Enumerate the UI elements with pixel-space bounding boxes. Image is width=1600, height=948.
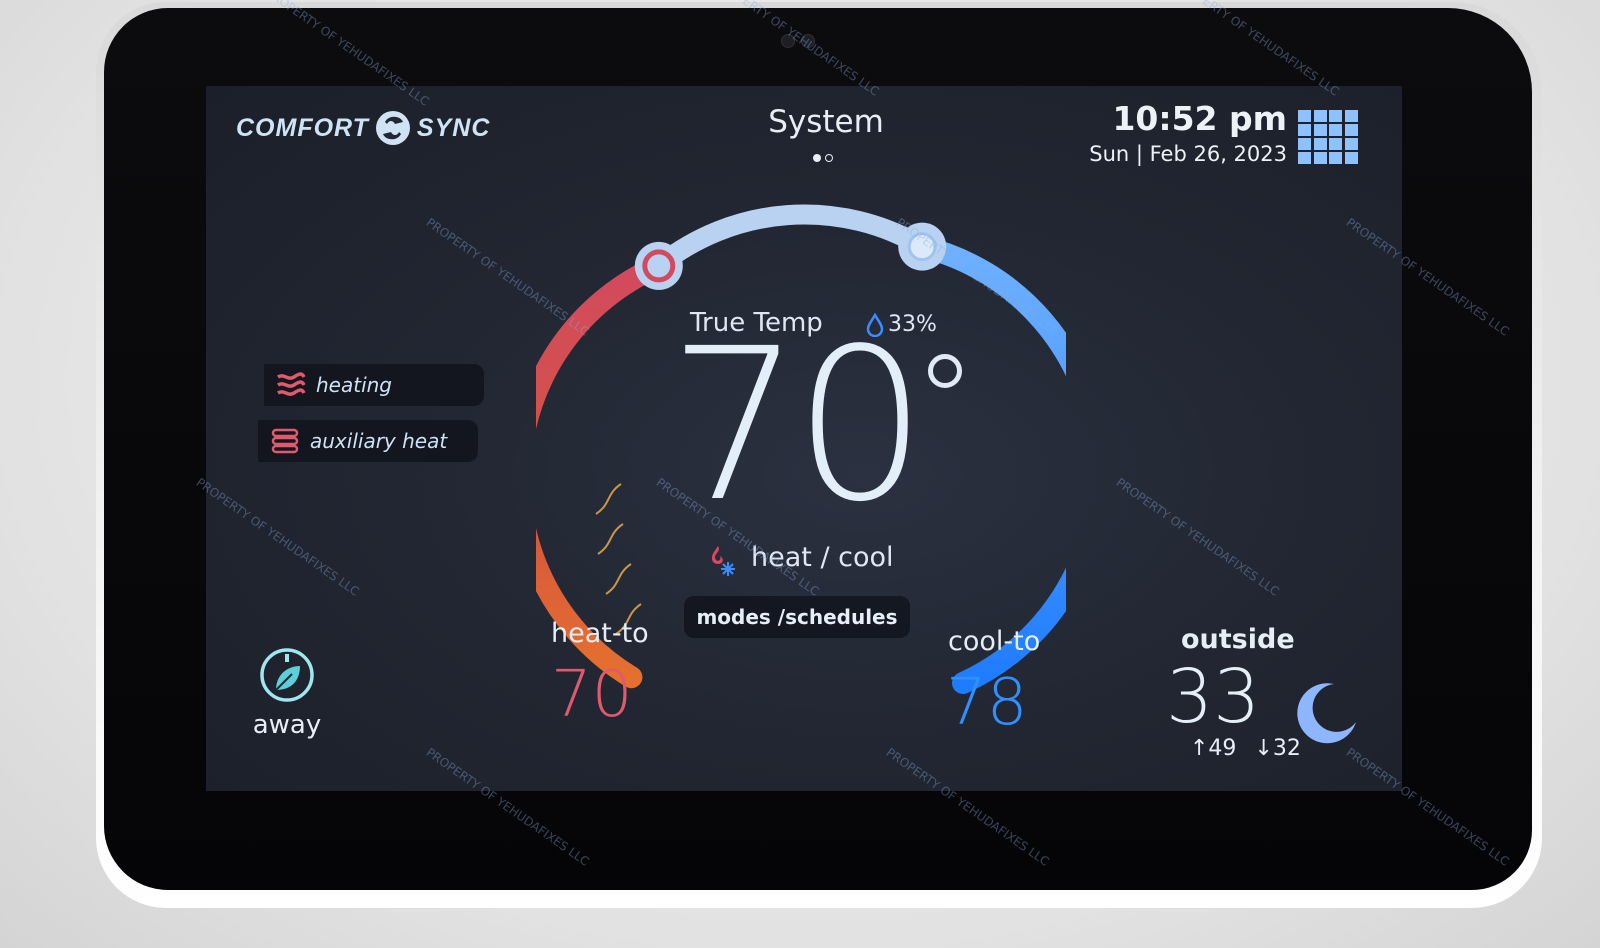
dial-arc-cool[interactable] [911,235,1066,694]
thermostat-screen: COMFORT SYNC System 10:52 pm Sun | Feb 2… [206,86,1402,791]
away-button[interactable]: away [242,646,332,740]
brand-left: COMFORT [236,113,369,142]
page-title: System [768,104,884,140]
heat-cool-mode-icon [711,546,735,576]
away-label: away [252,710,322,740]
clock-date: Sun | Feb 26, 2023 [1089,142,1287,166]
modes-schedules-button[interactable]: modes /schedules [684,596,910,638]
menu-grid-icon[interactable] [1298,110,1358,164]
outside-label: outside [1181,624,1295,655]
outside-high: ↑49 [1190,736,1237,761]
status-heating: heating [264,364,484,406]
outside-low: ↓32 [1254,736,1301,761]
page-dot-inactive[interactable] [825,154,833,162]
cool-to-label: cool-to [948,626,1041,657]
moon-icon [1297,683,1356,744]
heat-to-label: heat-to [551,618,649,649]
page-dot-active[interactable] [813,154,821,162]
heat-flame-pattern [595,483,642,635]
dial-arc-heat[interactable] [536,254,670,689]
clock: 10:52 pm Sun | Feb 26, 2023 [1089,99,1287,167]
page-indicator[interactable] [813,154,833,162]
status-auxiliary-heat: auxiliary heat [258,420,478,462]
clock-time: 10:52 pm [1112,99,1287,138]
degree-symbol [928,354,962,388]
status-heating-label: heating [316,373,393,397]
current-temperature: 70 [668,303,927,548]
away-leaf-icon [260,648,314,702]
auxiliary-heat-coil-icon [271,428,299,454]
system-mode: heat / cool [751,542,894,573]
heat-setpoint-handle[interactable] [634,241,683,290]
status-auxiliary-heat-label: auxiliary heat [310,429,448,453]
cool-to-setpoint[interactable]: 78 [946,666,1027,740]
heating-waves-icon [277,372,306,396]
dial-arc-neutral [648,204,933,276]
sync-swirl-icon [375,111,410,145]
outside-high-low: ↑49 ↓32 [1190,736,1301,761]
cool-handle-ring [907,232,937,262]
outside-temperature: 33 [1166,654,1261,740]
brand-logo: COMFORT SYNC [236,108,490,148]
brand-right: SYNC [416,113,491,142]
heat-to-setpoint[interactable]: 70 [551,658,632,732]
camera-sensor [781,32,823,48]
